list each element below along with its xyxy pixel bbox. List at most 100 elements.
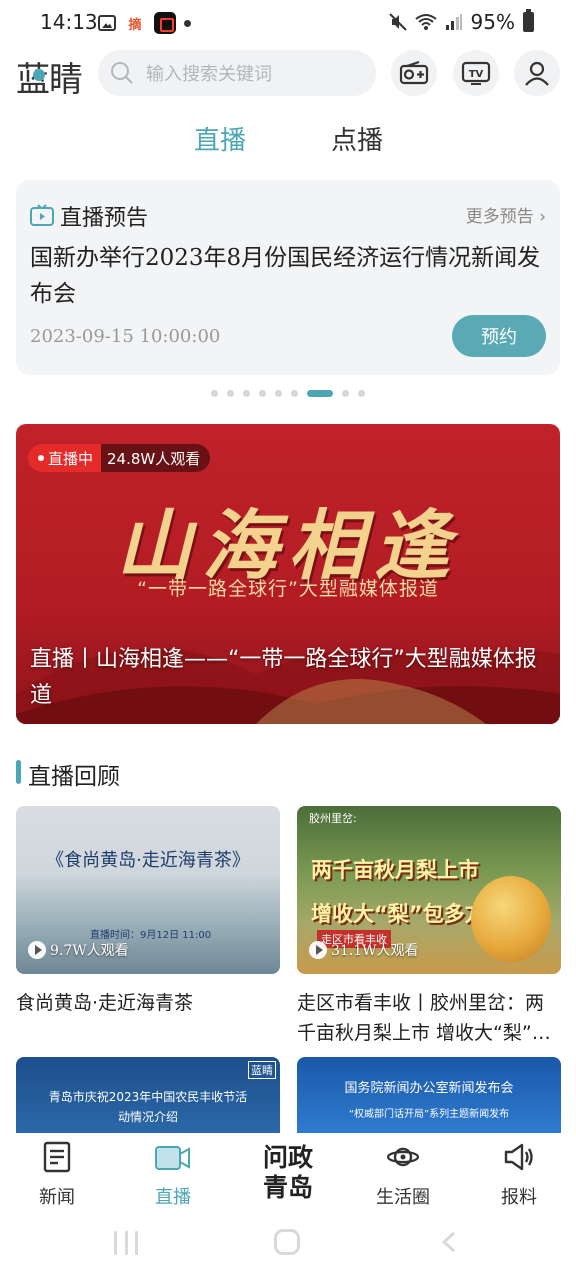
tv-icon: TV [461,61,491,85]
live-banner[interactable]: 直播中 24.8W人观看 山海相逢 “一带一路全球行”大型融媒体报道 直播丨山海… [16,424,560,724]
carousel-dot[interactable] [243,389,250,397]
user-icon [525,61,549,86]
review-thumbnail: 《食尚黄岛·走近海青茶》 直播时间：9月12日 11:00 9.7W人观看 [16,806,280,974]
carousel-indicator [0,388,576,398]
partial-card-text: 青岛市庆祝2023年中国农民丰收节活动情况介绍 [48,1090,248,1124]
back-button[interactable] [441,1231,457,1253]
nav-life-label: 生活圈 [376,1187,430,1208]
gallery-icon [98,15,116,31]
tab-live[interactable]: 直播 [194,120,246,157]
nav-news[interactable]: 新闻 [12,1141,102,1209]
preview-title: 直播预告 [60,206,149,231]
chevron-right-icon: › [539,207,546,227]
content-tabs: 直播 点播 [0,116,576,160]
megaphone-icon [504,1143,533,1171]
profile-button[interactable] [514,50,560,96]
search-placeholder: 输入搜索关键词 [146,64,272,85]
review-title: 走区市看丰收丨胶州里岔：两千亩秋月梨上市 增收大“梨”… [297,992,551,1044]
live-dot-icon [38,455,44,461]
carousel-dot[interactable] [358,389,365,397]
live-preview-card[interactable]: 直播预告 更多预告 › 国新办举行2023年8月份国民经济运行情况新闻发布会 2… [16,180,560,375]
battery-icon [523,9,534,32]
svg-text:TV: TV [469,69,484,80]
nav-live[interactable]: 直播 [128,1141,218,1209]
nav-report-label: 报料 [501,1187,537,1208]
review-title: 食尚黄岛·走近海青茶 [16,992,194,1014]
nav-live-label: 直播 [155,1187,191,1208]
nav-wenzheng[interactable]: 问政 青岛 [243,1143,333,1203]
screen-record-icon [154,12,176,34]
recent-apps-button[interactable] [114,1231,138,1255]
carousel-dot[interactable] [227,389,234,397]
partial-card-subtitle: “权威部门话开局”系列主题新闻发布 [348,1109,510,1120]
reserve-button[interactable]: 预约 [452,315,546,357]
live-indicator: 直播中 [28,444,102,472]
signal-icon [445,14,462,30]
wifi-icon [414,14,437,30]
search-icon [111,62,133,84]
section-accent-bar [16,760,21,784]
play-icon [28,941,46,959]
notification-icons: 摘 [98,12,191,34]
nav-news-label: 新闻 [39,1187,75,1208]
tv-button[interactable]: TV [453,50,499,96]
banner-subtitle: “一带一路全球行”大型融媒体报道 [137,578,439,600]
status-bar: 14:13 摘 95% [0,0,576,46]
preview-headline[interactable]: 国新办举行2023年8月份国民经济运行情况新闻发布会 [30,240,550,312]
channel-logo: 蓝睛 [248,1061,276,1079]
planet-icon [386,1147,420,1167]
search-bar[interactable]: 输入搜索关键词 [98,50,376,96]
review-card[interactable]: 胶州里岔: 两千亩秋月梨上市 增收大“梨”包多方共赢 走区市看丰收 31.1W人… [297,806,561,1048]
live-status-badge: 直播中 24.8W人观看 [28,444,211,472]
nav-report[interactable]: 报料 [474,1141,564,1209]
bottom-navigation: 新闻 直播 问政 青岛 生活圈 报料 [0,1133,576,1213]
carousel-dot[interactable] [275,389,282,397]
video-camera-icon [155,1146,190,1170]
review-card-partial[interactable]: 蓝睛 青岛市庆祝2023年中国农民丰收节活动情况介绍 [16,1057,280,1133]
tab-vod[interactable]: 点播 [331,120,383,157]
app-notification-icon: 摘 [128,17,142,33]
review-card-partial[interactable]: 国务院新闻办公室新闻发布会 “权威部门话开局”系列主题新闻发布 [297,1057,561,1133]
battery-percent: 95% [470,10,515,34]
partial-card-title: 国务院新闻办公室新闻发布会 [344,1081,514,1096]
radio-button[interactable] [391,50,437,96]
thumbnail-title: 《食尚黄岛·走近海青茶》 [46,850,250,871]
live-tv-icon [30,204,54,226]
views-overlay: 31.1W人观看 [309,940,419,960]
carousel-dot[interactable] [259,389,266,397]
carousel-dot[interactable] [342,389,349,397]
news-icon [43,1141,71,1173]
views-count: 9.7W人观看 [50,943,129,959]
play-icon [309,941,327,959]
carousel-dot[interactable] [211,389,218,397]
preview-time: 2023-09-15 10:00:00 [30,326,221,347]
nav-life[interactable]: 生活圈 [358,1141,448,1209]
thumbnail-tag: 胶州里岔: [309,812,357,825]
nav-center-line1: 问政 [262,1143,313,1172]
carousel-dot[interactable] [291,389,298,397]
section-title: 直播回顾 [28,764,120,790]
nav-center-line2: 青岛 [262,1173,313,1202]
live-label: 直播中 [48,449,94,468]
views-count: 31.1W人观看 [331,943,419,959]
app-logo: 蓝睛 [16,60,83,100]
banner-caption: 直播丨山海相逢——“一带一路全球行”大型融媒体报道 [30,647,537,708]
pear-graphic [471,876,551,962]
review-thumbnail: 胶州里岔: 两千亩秋月梨上市 增收大“梨”包多方共赢 走区市看丰收 31.1W人… [297,806,561,974]
viewer-count: 24.8W人观看 [101,444,211,472]
review-card[interactable]: 《食尚黄岛·走近海青茶》 直播时间：9月12日 11:00 9.7W人观看 食尚… [16,806,280,1018]
status-time: 14:13 [40,10,98,34]
home-button[interactable] [274,1229,300,1255]
thumbnail-headline-1: 两千亩秋月梨上市 [311,858,479,882]
logo-eye-icon [33,69,45,81]
radio-icon [399,61,429,85]
views-overlay: 9.7W人观看 [28,940,129,960]
system-status: 95% [388,9,534,34]
system-navigation [0,1213,576,1280]
more-previews-link[interactable]: 更多预告 › [466,202,546,227]
more-previews-label: 更多预告 [465,207,534,227]
more-notifications-icon [184,19,191,27]
carousel-dot[interactable] [307,389,333,397]
mute-icon [388,13,407,31]
app-header: 蓝睛 输入搜索关键词 TV [0,46,576,104]
